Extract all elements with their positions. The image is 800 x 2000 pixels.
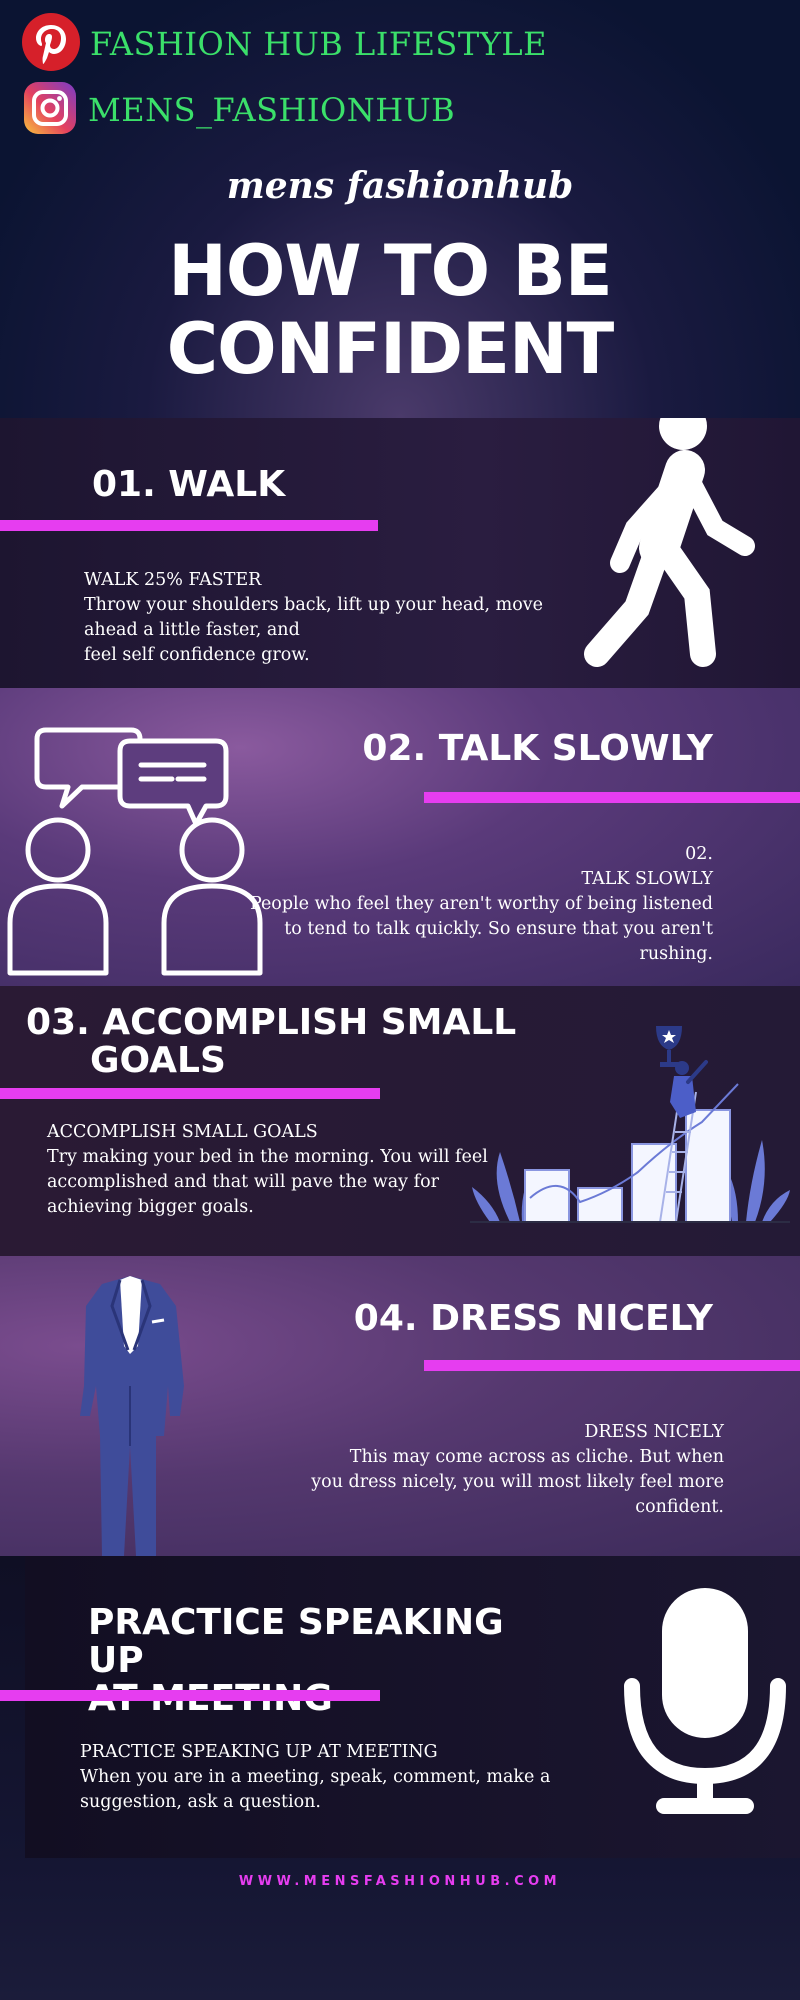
talk-subheading: TALK SLOWLY xyxy=(581,869,713,889)
goals-body-line: achieving bigger goals. xyxy=(47,1197,254,1217)
speaking-heading-line-1: PRACTICE SPEAKING UP xyxy=(88,1602,504,1681)
walk-accent-bar xyxy=(0,520,378,531)
section-walk: 01. WALK WALK 25% FASTER Throw your shou… xyxy=(0,418,800,688)
talk-body-line: to tend to talk quickly. So ensure that … xyxy=(284,919,713,939)
pinterest-link[interactable]: FASHION HUB LIFESTYLE xyxy=(22,12,547,72)
pinterest-icon xyxy=(22,12,80,76)
talk-body-line: rushing. xyxy=(639,944,713,964)
walk-body-line: feel self confidence grow. xyxy=(84,645,310,665)
title-line-1: HOW TO BE xyxy=(168,230,612,312)
pinterest-label: FASHION HUB LIFESTYLE xyxy=(90,25,547,63)
goals-accent-bar xyxy=(0,1088,380,1099)
speaking-body-line: When you are in a meeting, speak, commen… xyxy=(80,1767,551,1787)
goals-heading-line-1: 03. ACCOMPLISH SMALL xyxy=(26,1002,517,1043)
title-line-2: CONFIDENT xyxy=(166,308,615,390)
talk-label: 02. xyxy=(685,844,713,864)
walk-text: WALK 25% FASTER Throw your shoulders bac… xyxy=(84,568,584,668)
page-title: HOW TO BE CONFIDENT xyxy=(0,232,780,388)
talk-accent-bar xyxy=(424,792,800,803)
section-speaking-up: PRACTICE SPEAKING UP AT MEETING PRACTICE… xyxy=(0,1556,800,2000)
speaking-subheading: PRACTICE SPEAKING UP AT MEETING xyxy=(80,1742,438,1762)
speaking-accent-bar xyxy=(0,1690,380,1701)
instagram-label: MENS_FASHIONHUB xyxy=(88,91,456,129)
speaking-text: PRACTICE SPEAKING UP AT MEETING When you… xyxy=(80,1740,580,1815)
dress-subheading: DRESS NICELY xyxy=(584,1422,724,1442)
section-dress-nicely: 04. DRESS NICELY DRESS NICELY This may c… xyxy=(0,1256,800,1556)
dress-body-line: you dress nicely, you will most likely f… xyxy=(311,1472,724,1492)
instagram-icon xyxy=(22,80,78,141)
dress-heading: 04. DRESS NICELY xyxy=(353,1298,713,1339)
microphone-icon xyxy=(620,1586,790,1831)
walk-subheading: WALK 25% FASTER xyxy=(84,570,262,590)
dress-body-line: confident. xyxy=(635,1497,724,1517)
dress-accent-bar xyxy=(424,1360,800,1371)
talk-heading: 02. TALK SLOWLY xyxy=(362,728,713,769)
goals-heading: 03. ACCOMPLISH SMALL GOALS xyxy=(26,1004,546,1080)
dress-body-line: This may come across as cliche. But when xyxy=(349,1447,724,1467)
dress-text: DRESS NICELY This may come across as cli… xyxy=(250,1420,724,1520)
talk-text: 02. TALK SLOWLY People who feel they are… xyxy=(200,842,713,967)
goals-body-line: accomplished and that will pave the way … xyxy=(47,1172,439,1192)
suit-icon xyxy=(72,1266,192,1556)
instagram-link[interactable]: MENS_FASHIONHUB xyxy=(22,80,456,141)
walk-body-line: ahead a little faster, and xyxy=(84,620,300,640)
goals-subheading: ACCOMPLISH SMALL GOALS xyxy=(47,1122,318,1142)
speaking-body-line: suggestion, ask a question. xyxy=(80,1792,321,1812)
brand-name: mens fashionhub xyxy=(226,165,574,207)
walk-heading: 01. WALK xyxy=(92,464,286,505)
talk-body-line: People who feel they aren't worthy of be… xyxy=(249,894,713,914)
walking-man-icon xyxy=(575,418,775,683)
trophy-chart-icon xyxy=(470,1022,790,1237)
section-talk-slowly: 02. TALK SLOWLY 02. TALK SLOWLY People w… xyxy=(0,688,800,986)
footer-url-link[interactable]: WWW.MENSFASHIONHUB.COM xyxy=(0,1874,800,1889)
walk-body-line: Throw your shoulders back, lift up your … xyxy=(84,595,543,615)
goals-heading-line-2: GOALS xyxy=(90,1040,226,1081)
section-small-goals: 03. ACCOMPLISH SMALL GOALS ACCOMPLISH SM… xyxy=(0,986,800,1256)
goals-body-line: Try making your bed in the morning. You … xyxy=(47,1147,488,1167)
goals-text: ACCOMPLISH SMALL GOALS Try making your b… xyxy=(47,1120,527,1220)
